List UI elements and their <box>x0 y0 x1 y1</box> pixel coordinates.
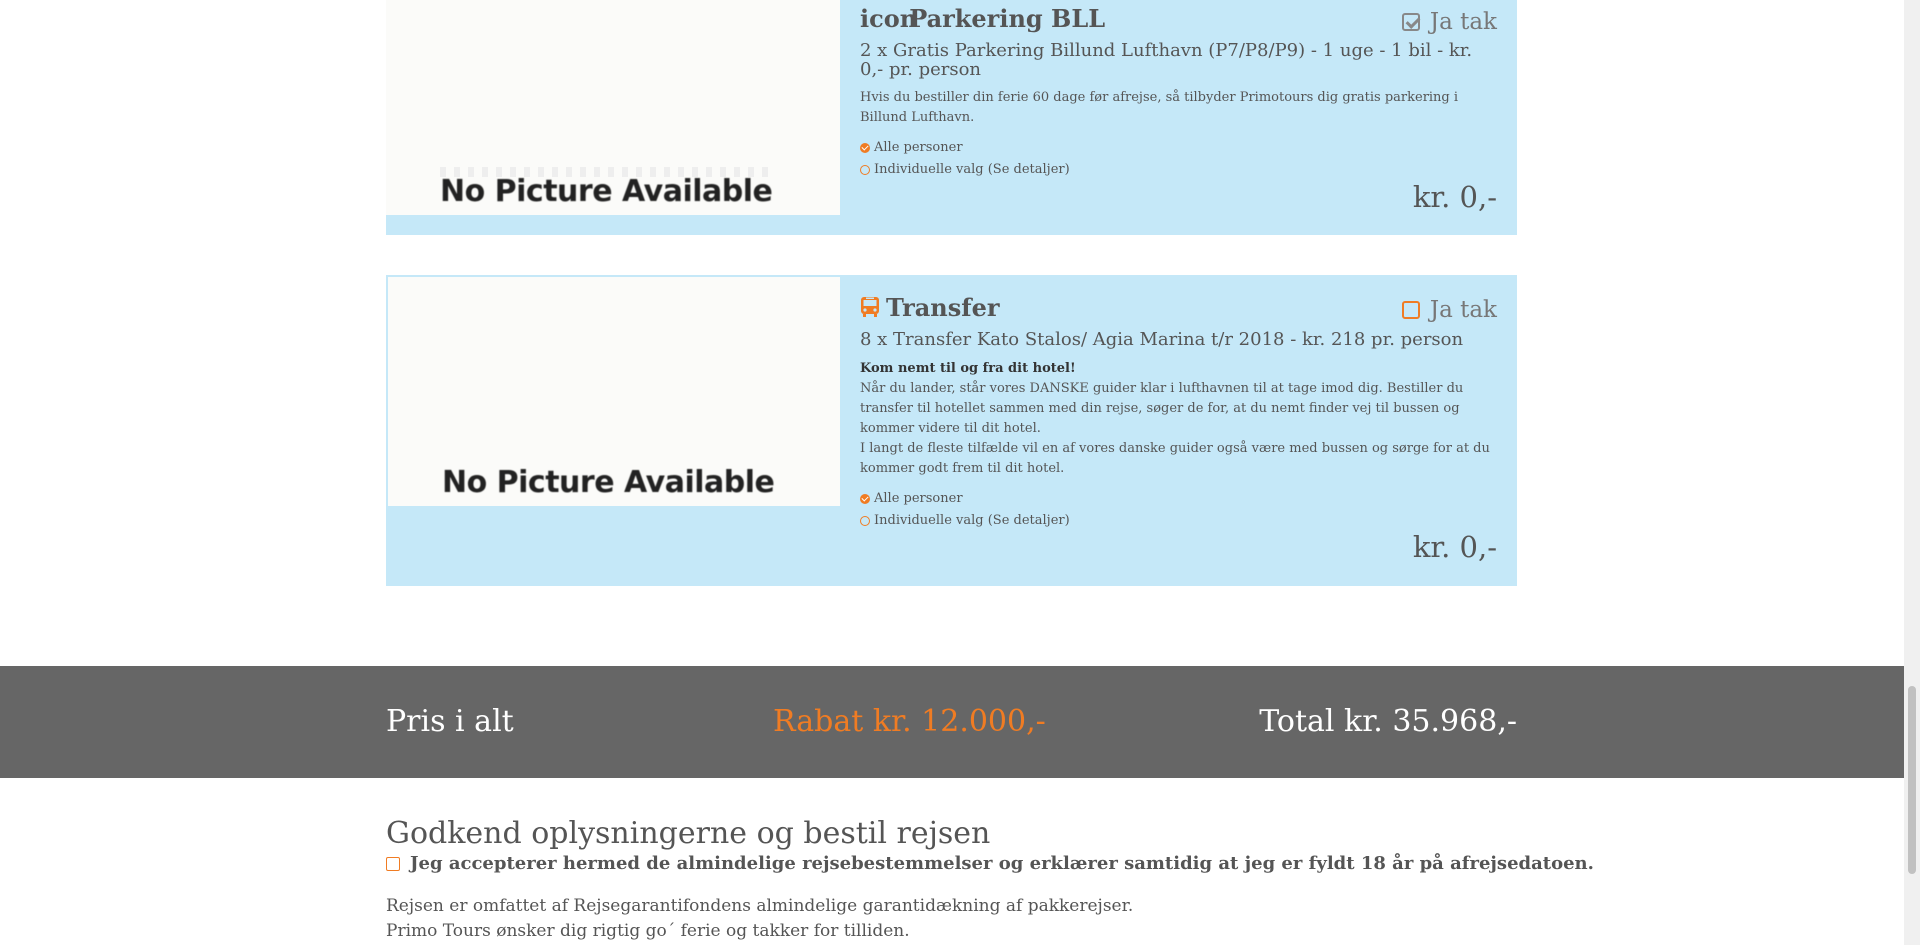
option-individual[interactable]: Individuelle valg (Se detaljer) <box>860 513 1070 528</box>
price-total-label: Pris i alt <box>386 704 514 739</box>
approval-heading: Godkend oplysningerne og bestil rejsen <box>386 816 991 851</box>
extra-card-transfer: No Picture Available Transfer Ja tak 8 x… <box>386 275 1517 586</box>
option-individual-label: Individuelle valg (Se detaljer) <box>874 162 1070 177</box>
checkbox-unchecked-icon[interactable] <box>1401 301 1420 319</box>
extra-title-text: Parkering BLL <box>909 4 1106 33</box>
price-summary-bar: Pris i alt Rabat kr. 12.000,- Total kr. … <box>0 666 1904 778</box>
extra-price: kr. 0,- <box>1412 180 1497 214</box>
extra-price: kr. 0,- <box>1412 530 1497 564</box>
extra-image: No Picture Available <box>388 277 840 506</box>
radio-unchecked-icon[interactable] <box>860 515 870 526</box>
no-picture-text: No Picture Available <box>440 174 773 209</box>
option-all-persons[interactable]: Alle personer <box>860 140 963 155</box>
extra-subtitle: 8 x Transfer Kato Stalos/ Agia Marina t/… <box>860 329 1464 350</box>
no-picture-text: No Picture Available <box>442 465 775 500</box>
extra-image: No Picture Available <box>386 0 840 215</box>
radio-checked-icon[interactable] <box>860 493 870 504</box>
accept-terms-label: Jeg accepterer hermed de almindelige rej… <box>410 853 1594 874</box>
bus-icon <box>861 297 879 317</box>
ja-tak-label: Ja tak <box>1429 297 1497 323</box>
radio-checked-icon[interactable] <box>860 142 870 153</box>
ja-tak-toggle[interactable]: Ja tak <box>1401 297 1497 323</box>
option-all-label: Alle personer <box>874 491 963 506</box>
accept-terms-checkbox[interactable] <box>386 856 400 871</box>
extra-description: Kom nemt til og fra dit hotel! Når du la… <box>860 359 1500 479</box>
option-individual[interactable]: Individuelle valg (Se detaljer) <box>860 162 1070 177</box>
option-all-persons[interactable]: Alle personer <box>860 491 963 506</box>
extra-subtitle: 2 x Gratis Parkering Billund Lufthavn (P… <box>860 40 1473 80</box>
booking-page: No Picture Available iconParkering BLL J… <box>0 0 1904 945</box>
scrollbar-thumb[interactable] <box>1908 686 1916 874</box>
extra-card-parking: No Picture Available iconParkering BLL J… <box>386 0 1517 235</box>
extra-title-text: Transfer <box>886 293 1000 322</box>
accept-terms-row[interactable]: Jeg accepterer hermed de almindelige rej… <box>386 853 1594 874</box>
extra-title: iconParkering BLL <box>860 4 1105 33</box>
radio-unchecked-icon[interactable] <box>860 164 870 175</box>
description-paragraph: I langt de fleste tilfælde vil en af vor… <box>860 441 1490 476</box>
option-individual-label: Individuelle valg (Se detaljer) <box>874 513 1070 528</box>
extra-title: Transfer <box>860 293 1000 322</box>
description-heading: Kom nemt til og fra dit hotel! <box>860 361 1076 376</box>
thanks-note: Primo Tours ønsker dig rigtig go´ ferie … <box>386 921 910 941</box>
ja-tak-label: Ja tak <box>1429 9 1497 35</box>
extra-description: Hvis du bestiller din ferie 60 dage før … <box>860 90 1459 125</box>
checkbox-checked-icon[interactable] <box>1401 13 1420 31</box>
ja-tak-toggle[interactable]: Ja tak <box>1401 9 1497 35</box>
option-all-label: Alle personer <box>874 140 963 155</box>
guarantee-note: Rejsen er omfattet af Rejsegarantifonden… <box>386 896 1134 916</box>
page-scrollbar[interactable] <box>1904 0 1920 945</box>
discount-amount: Rabat kr. 12.000,- <box>773 704 1046 739</box>
total-amount: Total kr. 35.968,- <box>1259 704 1517 739</box>
description-paragraph: Når du lander, står vores DANSKE guider … <box>860 381 1464 436</box>
